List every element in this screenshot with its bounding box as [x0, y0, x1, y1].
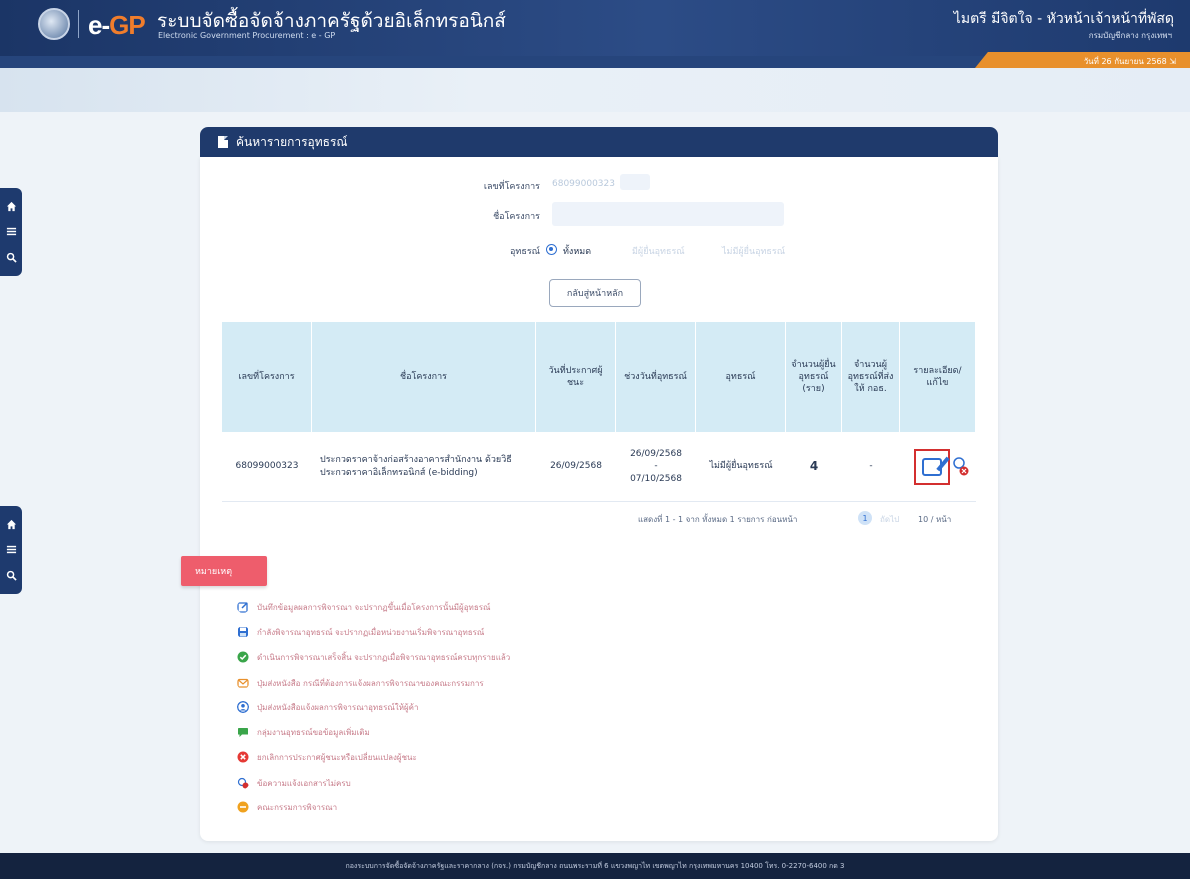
system-subtitle: Electronic Government Procurement : e - …: [158, 31, 336, 40]
menu-icon[interactable]: [5, 544, 17, 556]
home-icon[interactable]: [5, 519, 17, 531]
document-missing-icon[interactable]: [953, 455, 969, 477]
legend-item: ข้อความแจ้งเอกสารไม่ครบ: [237, 776, 351, 790]
search-icon[interactable]: [5, 569, 17, 581]
blurred-field: [620, 174, 650, 190]
page-footer: กองระบบการจัดซื้อจัดจ้างภาครัฐและราคากลา…: [0, 853, 1190, 879]
pagination-info: แสดงที่ 1 - 1 จาก ทั้งหมด 1 รายการ ก่อนห…: [638, 513, 797, 526]
app-header: e-GP ระบบจัดซื้อจัดจ้างภาครัฐด้วยอิเล็กท…: [0, 0, 1190, 56]
legend-item: ดำเนินการพิจารณาเสร็จสิ้น จะปรากฏเมื่อพิ…: [237, 650, 510, 664]
project-no-value: 68099000323: [552, 179, 615, 189]
legend-item: ยกเลิกการประกาศผู้ชนะหรือเปลี่ยนแปลงผู้ช…: [237, 750, 417, 764]
doc-x-icon: [237, 777, 249, 789]
logout-icon[interactable]: ⇲: [1169, 57, 1176, 66]
pagination-text: แสดงที่ 1 - 1 จาก ทั้งหมด 1 รายการ ก่อนห…: [638, 515, 798, 524]
page-number-current[interactable]: 1: [858, 511, 872, 525]
logo-e-text: e-: [88, 10, 110, 40]
check-icon: [237, 651, 249, 663]
document-icon: [218, 136, 228, 148]
home-icon[interactable]: [5, 201, 17, 213]
legend-item: ปุ่มส่งหนังสือแจ้งผลการพิจารณาอุทธรณ์ให้…: [237, 700, 419, 714]
pagination-next[interactable]: ถัดไป: [880, 513, 899, 526]
cell-appeal-status: ไม่มีผู้ยื่นอุทธรณ์: [696, 432, 786, 502]
appeal-label: อุทธรณ์: [509, 247, 540, 257]
edit-icon: [237, 601, 249, 613]
th-sent-count: จำนวนผู้อุทธรณ์ที่ส่งให้ กอธ.: [842, 322, 900, 432]
search-icon[interactable]: [5, 251, 17, 263]
radio-all[interactable]: [546, 244, 557, 255]
appeal-start-date: 26/09/2568: [630, 448, 682, 459]
th-project-name: ชื่อโครงการ: [312, 322, 536, 432]
footer-text: กองระบบการจัดซื้อจัดจ้างภาครัฐและราคากลา…: [345, 861, 845, 870]
cancel-icon: [237, 751, 249, 763]
th-project-no: เลขที่โครงการ: [222, 322, 312, 432]
project-name-value-blurred: [552, 202, 784, 226]
back-to-main-button[interactable]: กลับสู่หน้าหลัก: [549, 279, 641, 307]
th-appeal: อุทธรณ์: [696, 322, 786, 432]
mail-icon: [237, 678, 249, 688]
per-page-select[interactable]: 10 / หน้า: [918, 513, 951, 526]
menu-icon[interactable]: [5, 226, 17, 238]
th-appellant-count: จำนวนผู้ยื่นอุทธรณ์ (ราย): [786, 322, 842, 432]
th-appeal-period: ช่วงวันที่อุทธรณ์: [616, 322, 696, 432]
government-seal-logo: [38, 8, 70, 40]
legend-item: ปุ่มส่งหนังสือ กรณีที่ต้องการแจ้งผลการพิ…: [237, 676, 484, 690]
cell-appellant-count: 4: [786, 432, 842, 502]
panel-title-bar: ค้นหารายการอุทธรณ์: [200, 127, 998, 157]
logo-gp-text: GP: [109, 10, 146, 40]
radio-has-appeal-label[interactable]: มีผู้ยื่นอุทธรณ์: [632, 244, 685, 258]
cell-project-no: 68099000323: [222, 432, 312, 502]
legend-item: กลุ่มงานอุทธรณ์ขอข้อมูลเพิ่มเติม: [237, 725, 370, 739]
user-icon: [237, 701, 249, 713]
project-name-label: ชื่อโครงการ: [493, 212, 540, 222]
legend-item: กำลังพิจารณาอุทธรณ์ จะปรากฏเมื่อหน่วยงาน…: [237, 625, 484, 639]
appeal-end-date: 07/10/2568: [630, 473, 682, 484]
date-bar: วันที่ 26 กันยายน 2568 ⇲: [975, 52, 1190, 68]
cell-sent-count: -: [842, 432, 900, 502]
legend-item: คณะกรรมการพิจารณา: [237, 800, 337, 814]
cell-project-name: ประกวดราคาจ้างก่อสร้างอาคารสำนักงาน ด้วย…: [312, 432, 536, 502]
background-band: [0, 68, 1190, 112]
radio-all-label[interactable]: ทั้งหมด: [563, 244, 591, 258]
legend-item: บันทึกข้อมูลผลการพิจารณา จะปรากฏขึ้นเมื่…: [237, 600, 490, 614]
egp-logo[interactable]: e-GP: [88, 10, 146, 41]
th-detail-edit: รายละเอียด/แก้ไข: [900, 322, 976, 432]
radio-no-appeal-label[interactable]: ไม่มีผู้ยื่นอุทธรณ์: [722, 244, 785, 258]
user-department: กรมบัญชีกลาง กรุงเทพฯ: [1088, 31, 1172, 40]
th-announce-date: วันที่ประกาศผู้ชนะ: [536, 322, 616, 432]
panel-title: ค้นหารายการอุทธรณ์: [236, 134, 348, 149]
cell-announce-date: 26/09/2568: [536, 432, 616, 502]
project-no-label: เลขที่โครงการ: [483, 182, 540, 192]
floating-sidebar-top: [0, 188, 22, 276]
pending-icon: [237, 801, 249, 813]
chat-icon: [238, 728, 248, 737]
date-text: วันที่ 26 กันยายน 2568: [1083, 57, 1167, 66]
note-tag: หมายเหตุ: [181, 556, 267, 586]
floating-sidebar-bottom: [0, 506, 22, 594]
save-icon: [238, 627, 248, 637]
user-name[interactable]: ไมตรี มีจิตใจ - หัวหน้าเจ้าหน้าที่พัสดุ: [954, 8, 1174, 30]
cell-appeal-period: 26/09/2568 - 07/10/2568: [616, 432, 696, 502]
edit-icon: [922, 458, 942, 476]
appeal-dash: -: [654, 461, 658, 472]
edit-record-button[interactable]: [914, 449, 950, 485]
logo-divider: [78, 10, 79, 38]
